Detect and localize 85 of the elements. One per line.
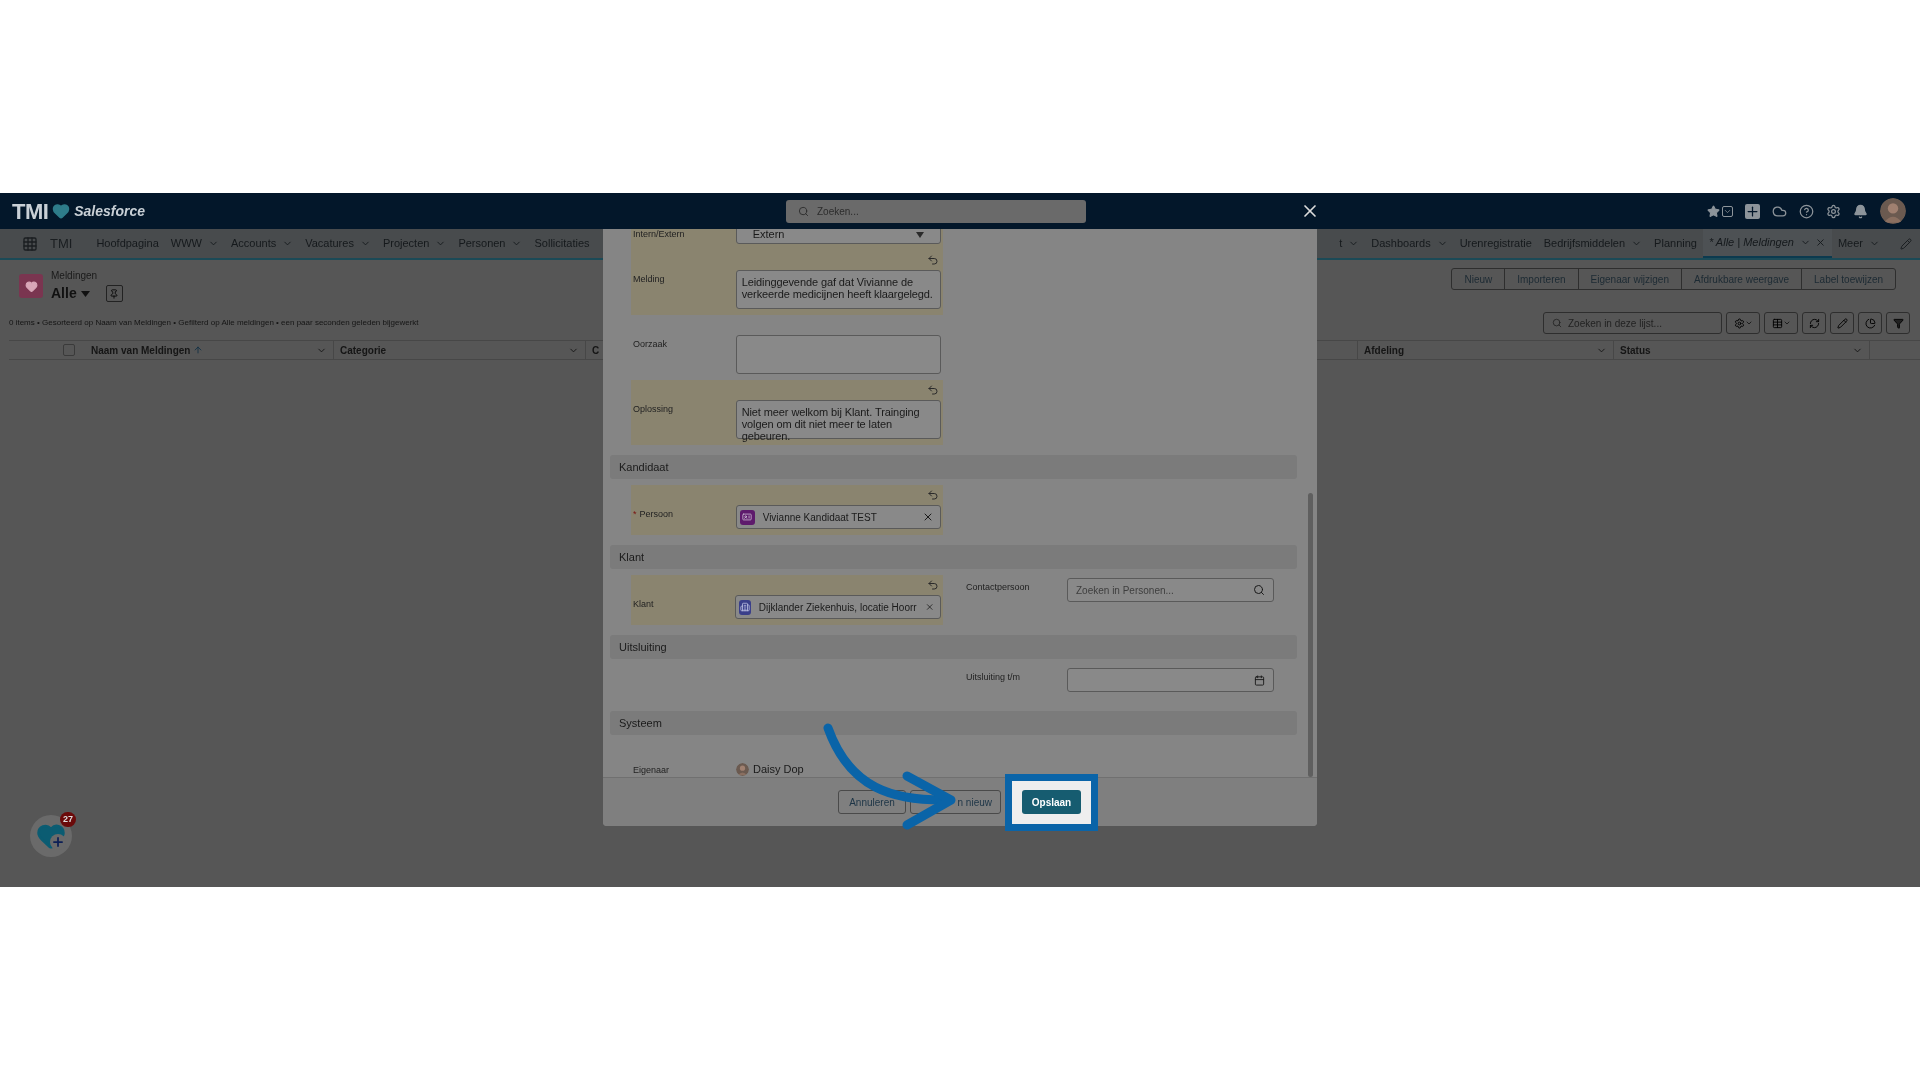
refresh-icon xyxy=(1808,317,1820,329)
filter-icon xyxy=(1892,317,1904,329)
field-label: Intern/Extern xyxy=(633,229,685,241)
filter-button[interactable] xyxy=(1886,312,1910,334)
edit-button[interactable] xyxy=(1830,312,1854,334)
brand-name: Salesforce xyxy=(74,201,146,221)
table-icon xyxy=(1771,317,1783,329)
settings-button[interactable] xyxy=(1726,312,1760,334)
pie-chart-icon xyxy=(1864,317,1876,329)
add-icon[interactable] xyxy=(1745,203,1760,219)
owner-name[interactable]: Daisy Dop xyxy=(753,761,804,777)
heart-icon xyxy=(24,279,38,293)
scrollbar[interactable] xyxy=(1308,493,1313,777)
table-view-button[interactable] xyxy=(1764,312,1798,334)
nav-tab[interactable]: * Alle | Meldingen xyxy=(1702,229,1832,258)
pencil-icon xyxy=(1836,317,1848,329)
undo-icon[interactable] xyxy=(927,254,939,266)
section-header[interactable]: Systeem xyxy=(610,711,1297,735)
plus-icon xyxy=(50,834,66,850)
object-label: Meldingen xyxy=(51,269,99,283)
column-header[interactable]: Naam van Meldingen xyxy=(85,341,334,359)
field-label: Persoon xyxy=(639,508,674,521)
notification-count: 27 xyxy=(60,812,76,827)
action-button[interactable]: Label toewijzen xyxy=(1801,268,1896,290)
gear-icon xyxy=(1733,317,1745,329)
user-avatar xyxy=(736,762,749,776)
search-icon xyxy=(1552,318,1562,328)
caret-icon xyxy=(80,290,90,297)
section-header[interactable]: Kandidaat xyxy=(610,455,1297,479)
undo-icon[interactable] xyxy=(927,579,939,591)
field-label: Oplossing xyxy=(633,403,674,416)
required-mark: * xyxy=(633,508,637,521)
action-button[interactable]: Eigenaar wijzigen xyxy=(1577,268,1682,290)
search-icon xyxy=(1253,584,1265,596)
text-area[interactable] xyxy=(735,335,941,374)
chevron-down-icon xyxy=(1782,319,1791,327)
undo-icon[interactable] xyxy=(927,489,939,501)
chart-button[interactable] xyxy=(1858,312,1882,334)
section-header[interactable]: Klant xyxy=(610,545,1297,569)
text-area[interactable]: Leidinggevende gaf dat Vivianne de verkeerde medicijnen heeft klaargelegd. xyxy=(735,270,941,309)
heart-icon xyxy=(52,202,71,220)
clear-icon[interactable] xyxy=(924,601,934,613)
undo-icon[interactable] xyxy=(927,384,939,396)
lookup-field[interactable]: Vivianne Kandidaat TEST xyxy=(735,505,941,529)
field-label: Oorzaak xyxy=(633,338,667,351)
calendar-icon xyxy=(1254,674,1265,686)
select-all-checkbox[interactable] xyxy=(63,344,75,356)
pin-button[interactable] xyxy=(105,285,123,302)
app-launcher-icon[interactable] xyxy=(22,235,38,252)
global-search-field[interactable]: Zoeken... xyxy=(786,199,1086,223)
dropdown-toggle[interactable] xyxy=(1722,205,1733,217)
help-icon[interactable] xyxy=(1799,203,1814,219)
footer-button[interactable]: n nieuw xyxy=(910,790,1001,814)
column-header[interactable]: Afdeling xyxy=(1358,341,1614,359)
field-label: Contactpersoon xyxy=(966,581,1031,594)
select-field[interactable]: Extern xyxy=(735,229,941,244)
cloud-icon[interactable] xyxy=(1772,203,1787,219)
notifications-icon[interactable] xyxy=(1853,203,1868,219)
pin-icon xyxy=(109,288,120,299)
lookup-field[interactable]: Dijklander Ziekenhuis, locatie Hoorr xyxy=(735,595,941,619)
section-header[interactable]: Uitsluiting xyxy=(610,635,1297,659)
search-field[interactable]: Zoeken in Personen... xyxy=(1067,578,1274,602)
date-field[interactable] xyxy=(1067,668,1274,692)
field-label: Uitsluiting t/m xyxy=(966,671,1021,684)
action-button[interactable]: Afdrukbare weergave xyxy=(1681,268,1803,290)
chevron-down-icon xyxy=(1744,319,1753,327)
footer-button[interactable]: Annuleren xyxy=(838,790,906,814)
search-icon xyxy=(798,205,809,217)
settings-icon[interactable] xyxy=(1826,203,1841,219)
column-header[interactable]: Status xyxy=(1614,341,1870,359)
edit-icon[interactable] xyxy=(1900,237,1912,250)
favorites-button[interactable] xyxy=(1707,204,1733,218)
user-avatar xyxy=(1880,198,1906,224)
save-button[interactable]: Opslaan xyxy=(1021,790,1082,814)
clear-icon[interactable] xyxy=(922,511,934,523)
field-label: Eigenaar xyxy=(633,764,670,777)
action-button[interactable]: Importeren xyxy=(1504,268,1579,290)
logo-text: TMI xyxy=(12,197,49,226)
field-label: Klant xyxy=(633,598,654,611)
caret-icon xyxy=(916,231,924,238)
star-icon[interactable] xyxy=(1707,204,1720,218)
column-header[interactable]: Categorie xyxy=(334,341,586,359)
list-view-selector[interactable]: Alle xyxy=(51,283,90,304)
refresh-button[interactable] xyxy=(1802,312,1826,334)
field-label: Melding xyxy=(633,273,665,286)
